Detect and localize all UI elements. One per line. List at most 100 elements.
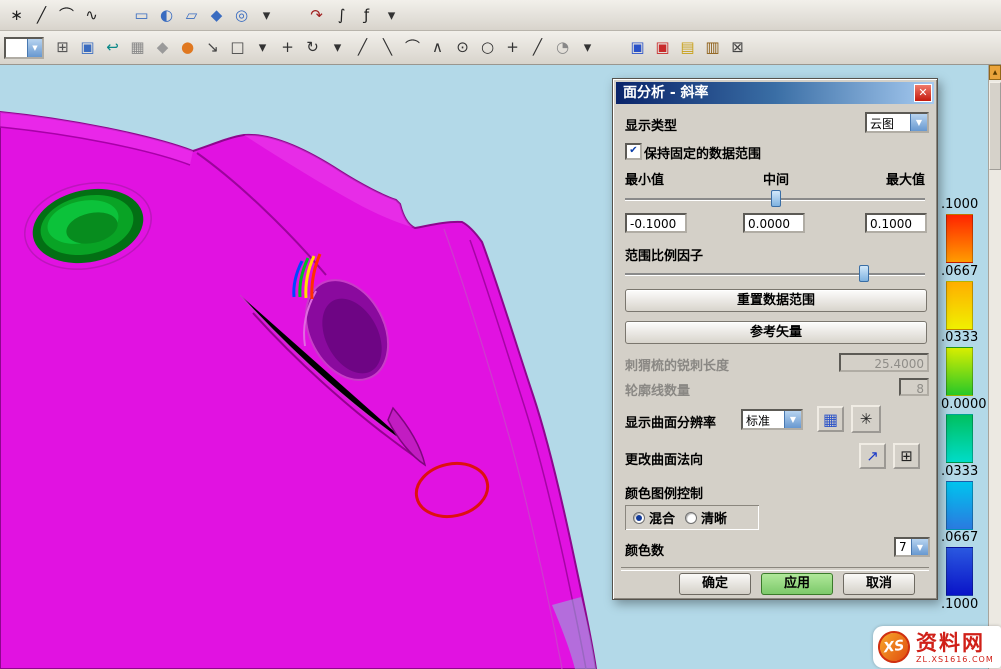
surface-icon[interactable]: ◆ <box>205 4 228 27</box>
hedgehog-icon: ✳ <box>860 410 873 428</box>
chevron-down-icon[interactable]: ▾ <box>326 36 349 59</box>
facet-body-icon[interactable]: ◆ <box>151 36 174 59</box>
blue-cube-icon[interactable]: ▣ <box>626 36 649 59</box>
color-count-label: 颜色数 <box>625 540 664 559</box>
pin-window-icon[interactable]: ▥ <box>701 36 724 59</box>
range-scale-slider-track[interactable] <box>625 273 925 275</box>
sheet-body-icon[interactable]: ▱ <box>180 4 203 27</box>
snap-corner-icon[interactable]: ↘ <box>201 36 224 59</box>
red-cube-icon[interactable]: ▣ <box>651 36 674 59</box>
revolve-icon[interactable]: ◐ <box>155 4 178 27</box>
law-curve-icon[interactable]: ƒ <box>355 4 378 27</box>
arc-icon[interactable]: ⌒ <box>55 4 78 27</box>
snap-slash-icon[interactable]: ╱ <box>526 36 549 59</box>
dialog-titlebar[interactable]: 面分析 - 斜率 <box>616 82 934 104</box>
toolbar-spacer <box>601 36 624 59</box>
close-button[interactable]: ✕ <box>914 84 932 102</box>
pan-icon[interactable]: + <box>276 36 299 59</box>
selection-filter-combo[interactable]: ▼ <box>4 37 44 59</box>
hedgehog-display-button[interactable]: ✳ <box>851 405 881 433</box>
watermark: XS 资料网 ZL.XS1616.COM <box>873 626 1001 668</box>
snap-midpoint-icon[interactable]: ∧ <box>426 36 449 59</box>
color-count-select[interactable]: 7 ▼ <box>894 537 930 557</box>
bridge-curve-icon[interactable]: ↷ <box>305 4 328 27</box>
part-model[interactable] <box>0 65 612 669</box>
sharp-radio[interactable] <box>685 512 697 524</box>
normal-box-button[interactable]: ⊞ <box>893 443 920 469</box>
scrollbar-thumb[interactable] <box>989 82 1001 170</box>
blend-radio[interactable] <box>633 512 645 524</box>
resolution-label: 显示曲面分辨率 <box>625 412 716 431</box>
legend-color-block <box>946 214 973 263</box>
vector-arrow-icon: ↗ <box>866 447 879 465</box>
watermark-site-url: ZL.XS1616.COM <box>916 655 994 664</box>
reference-vector-button[interactable]: 参考矢量 <box>625 321 927 344</box>
chevron-down-icon[interactable]: ▾ <box>255 4 278 27</box>
select-rectangle-icon[interactable]: □ <box>226 36 249 59</box>
extrude-icon[interactable]: ▭ <box>130 4 153 27</box>
keep-fixed-range-checkbox[interactable]: ✔ <box>625 143 642 160</box>
reset-data-range-button[interactable]: 重置数据范围 <box>625 289 927 312</box>
snap-arc-icon[interactable]: ⌒ <box>401 36 424 59</box>
flip-normal-button[interactable]: ↗ <box>859 443 886 469</box>
mid-value-input[interactable]: 0.0000 <box>743 213 805 233</box>
chevron-down-icon[interactable]: ▼ <box>911 539 928 555</box>
back-orient-icon[interactable]: ↩ <box>101 36 124 59</box>
snap-quadrant-icon[interactable]: ◔ <box>551 36 574 59</box>
mid-value-slider-handle[interactable] <box>771 190 781 207</box>
range-scale-label: 范围比例因子 <box>625 245 703 264</box>
legend-control-label: 颜色图例控制 <box>625 483 703 502</box>
legend-color-block <box>946 347 973 396</box>
shaded-analysis-button[interactable]: ▦ <box>817 406 844 432</box>
chevron-down-icon[interactable]: ▾ <box>251 36 274 59</box>
mid-label: 中间 <box>763 169 789 188</box>
display-type-select[interactable]: 云图 ▼ <box>865 112 929 133</box>
color-count-value: 7 <box>896 539 911 555</box>
min-value-input[interactable]: -0.1000 <box>625 213 687 233</box>
max-label: 最大值 <box>886 169 925 188</box>
resolution-select[interactable]: 标准 ▼ <box>741 409 803 430</box>
snap-center-icon[interactable]: ⊙ <box>451 36 474 59</box>
vertical-scrollbar[interactable]: ▲ <box>988 65 1001 669</box>
toolbar-spacer <box>105 4 128 27</box>
watermark-site-name: 资料网 <box>916 631 994 655</box>
chevron-down-icon[interactable]: ▼ <box>910 114 927 131</box>
legend-label: .0667 <box>941 265 988 279</box>
point-tool-icon[interactable]: ∗ <box>5 4 28 27</box>
cancel-button[interactable]: 取消 <box>843 573 915 595</box>
max-value-input[interactable]: 0.1000 <box>865 213 927 233</box>
datum-csys-icon[interactable]: ⊞ <box>51 36 74 59</box>
display-type-label: 显示类型 <box>625 115 677 134</box>
scroll-up-button[interactable]: ▲ <box>989 65 1001 80</box>
ok-button[interactable]: 确定 <box>679 573 751 595</box>
material-shade-icon[interactable]: ● <box>176 36 199 59</box>
snap-line-icon[interactable]: ╱ <box>351 36 374 59</box>
tube-icon[interactable]: ◎ <box>230 4 253 27</box>
chevron-down-icon[interactable]: ▾ <box>380 4 403 27</box>
watermark-logo-icon: XS <box>876 629 912 665</box>
legend-color-block <box>946 481 973 530</box>
line-icon[interactable]: ╱ <box>30 4 53 27</box>
wireframe-view-icon[interactable]: ▦ <box>126 36 149 59</box>
close-icon: ✕ <box>918 86 927 99</box>
rotate-view-icon[interactable]: ↻ <box>301 36 324 59</box>
legend-label: .0333 <box>941 331 988 345</box>
hedgehog-length-label: 刺猬梳的锐刺长度 <box>625 355 729 374</box>
hedgehog-length-input: 25.4000 <box>839 353 929 372</box>
snap-segment-icon[interactable]: ╲ <box>376 36 399 59</box>
range-scale-slider-handle[interactable] <box>859 265 869 282</box>
studio-spline-icon[interactable]: ∿ <box>80 4 103 27</box>
shaded-view-icon[interactable]: ▣ <box>76 36 99 59</box>
section-curve-icon[interactable]: ∫ <box>330 4 353 27</box>
chevron-down-icon[interactable]: ▾ <box>576 36 599 59</box>
apply-button[interactable]: 应用 <box>761 573 833 595</box>
close-window-icon[interactable]: ⊠ <box>726 36 749 59</box>
chevron-down-icon[interactable]: ▼ <box>784 411 801 428</box>
snap-point-icon[interactable]: + <box>501 36 524 59</box>
clipboard-icon[interactable]: ▤ <box>676 36 699 59</box>
legend-color-block <box>946 414 973 463</box>
snap-circle-icon[interactable]: ○ <box>476 36 499 59</box>
check-icon: ✔ <box>629 145 637 156</box>
chevron-down-icon[interactable]: ▼ <box>27 39 42 57</box>
legend-label: .0333 <box>941 465 988 479</box>
